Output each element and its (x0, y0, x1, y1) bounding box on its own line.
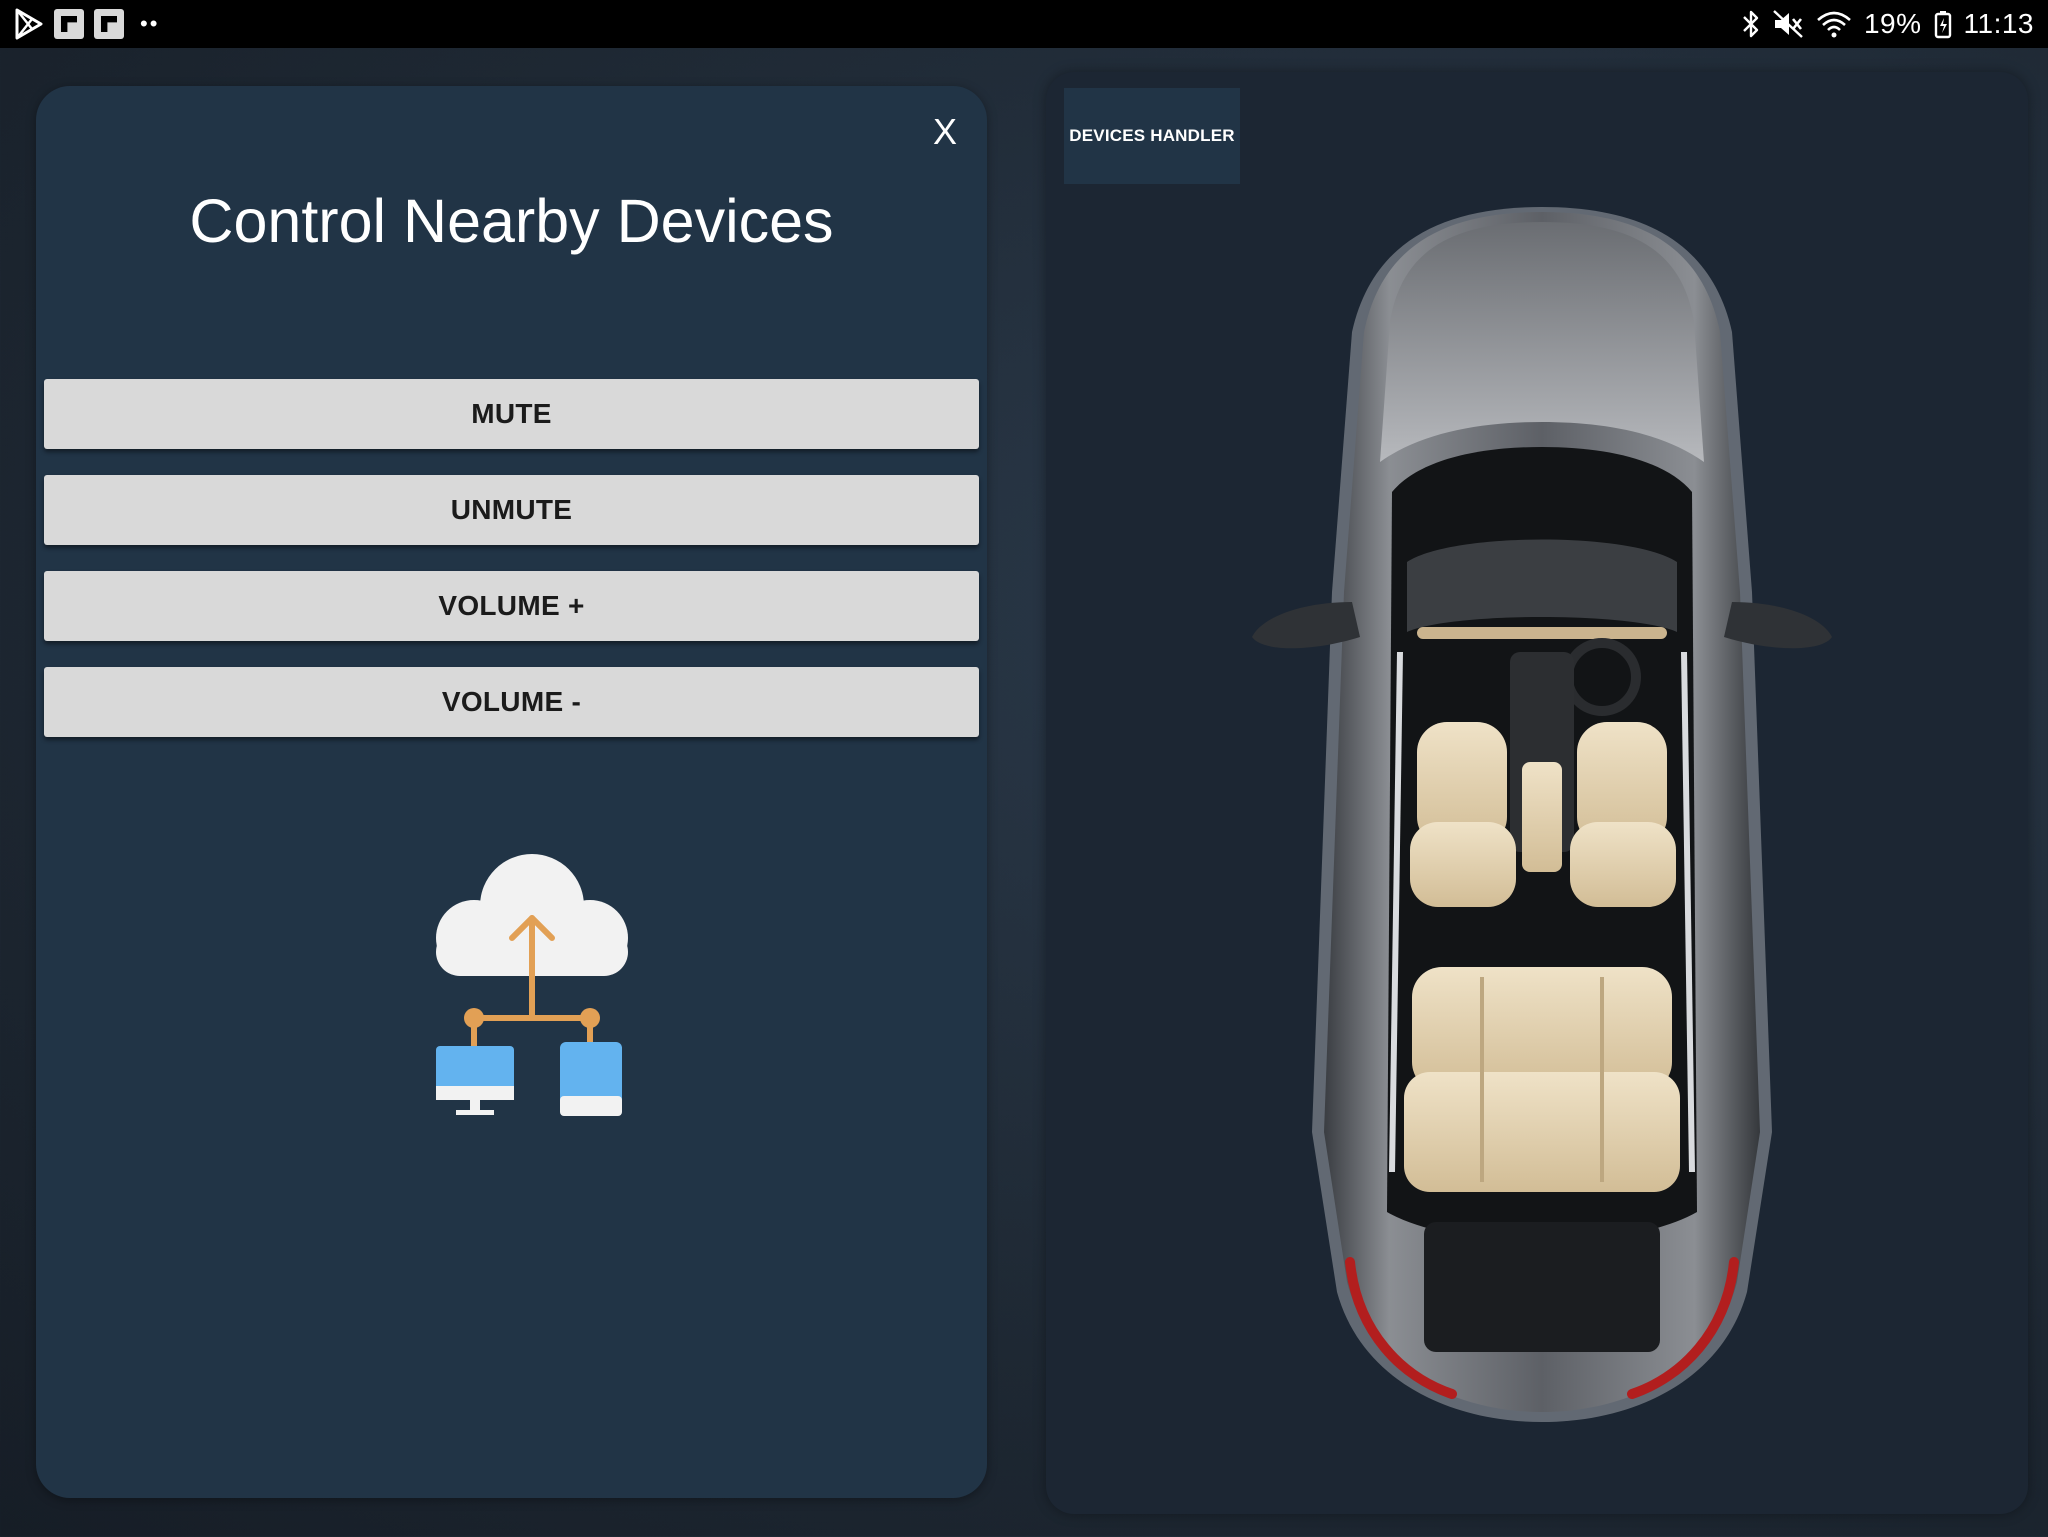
volume-up-button[interactable]: VOLUME + (44, 571, 979, 641)
mute-button[interactable]: MUTE (44, 379, 979, 449)
close-button[interactable]: X (921, 108, 969, 156)
control-panel: X Control Nearby Devices MUTE UNMUTE VOL… (36, 86, 987, 1498)
clock: 11:13 (1963, 8, 2034, 39)
flipboard-icon (54, 9, 84, 39)
wifi-icon (1816, 9, 1852, 39)
more-dots-icon: •• (140, 11, 160, 36)
page-title: Control Nearby Devices (189, 187, 834, 255)
battery-percent: 19% (1863, 8, 1922, 39)
car-view-panel: DEVICES HANDLER (1046, 72, 2028, 1514)
status-bar-right: 19% 11:13 (1742, 6, 2034, 42)
status-bar: •• 19% 11:13 (0, 0, 2048, 48)
cloud-devices-icon (412, 846, 652, 1116)
flipboard-icon (94, 9, 124, 39)
status-bar-left: •• (14, 8, 159, 40)
play-store-icon (14, 8, 44, 40)
car-top-view-image (1192, 132, 1892, 1532)
mute-icon (1772, 9, 1804, 39)
bluetooth-icon (1742, 9, 1760, 39)
volume-down-button[interactable]: VOLUME - (44, 667, 979, 737)
battery-icon (1934, 9, 1952, 39)
unmute-button[interactable]: UNMUTE (44, 475, 979, 545)
